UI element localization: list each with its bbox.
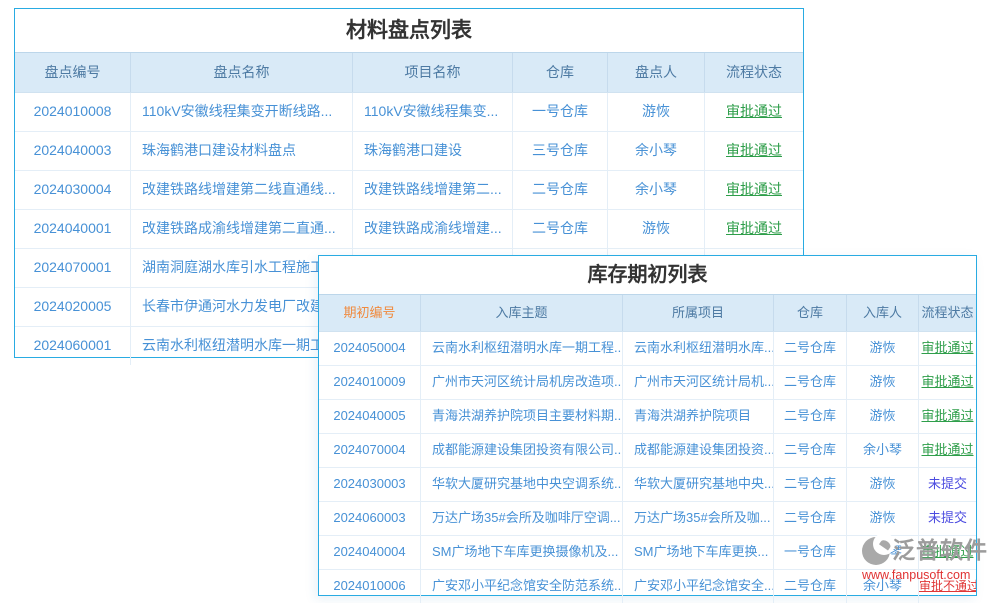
cell-id[interactable]: 2024070004 xyxy=(319,434,420,467)
cell-id[interactable]: 2024040005 xyxy=(319,400,420,433)
cell-id[interactable]: 2024070001 xyxy=(15,249,130,287)
table-row[interactable]: 2024050004云南水利枢纽潜明水库一期工程...云南水利枢纽潜明水库...… xyxy=(319,332,976,365)
cell-name: 改建铁路成渝线增建第二直通... xyxy=(130,210,352,248)
cell-project: 万达广场35#会所及咖... xyxy=(622,502,773,535)
cell-project: 110kV安徽线程集变... xyxy=(352,93,512,131)
table-row[interactable]: 2024010008110kV安徽线程集变开断线路...110kV安徽线程集变.… xyxy=(15,93,803,131)
material-inventory-header-row: 盘点编号盘点名称项目名称仓库盘点人流程状态 xyxy=(15,52,803,93)
column-header[interactable]: 盘点编号 xyxy=(15,53,130,92)
cell-warehouse: 一号仓库 xyxy=(512,93,607,131)
table-row[interactable]: 2024040003珠海鹤港口建设材料盘点珠海鹤港口建设三号仓库余小琴审批通过 xyxy=(15,131,803,170)
cell-id[interactable]: 2024040001 xyxy=(15,210,130,248)
column-header[interactable]: 流程状态 xyxy=(918,295,976,331)
cell-id[interactable]: 2024030003 xyxy=(319,468,420,501)
cell-warehouse: 二号仓库 xyxy=(773,332,846,365)
cell-name: 珠海鹤港口建设材料盘点 xyxy=(130,132,352,170)
cell-id[interactable]: 2024020005 xyxy=(15,288,130,326)
table-row[interactable]: 2024070004成都能源建设集团投资有限公司...成都能源建设集团投资...… xyxy=(319,433,976,467)
table-row[interactable]: 2024030003华软大厦研究基地中央空调系统...华软大厦研究基地中央...… xyxy=(319,467,976,501)
cell-person: 余小琴 xyxy=(607,171,704,209)
stock-opening-header-row: 期初编号入库主题所属项目仓库入库人流程状态 xyxy=(319,294,976,332)
cell-name: 云南水利枢纽潜明水库一期工程... xyxy=(420,332,622,365)
cell-id[interactable]: 2024060001 xyxy=(15,327,130,365)
cell-status[interactable]: 审批通过 xyxy=(704,171,803,209)
cell-id[interactable]: 2024060003 xyxy=(319,502,420,535)
cell-warehouse: 二号仓库 xyxy=(512,210,607,248)
cell-person: 余小琴 xyxy=(846,434,918,467)
cell-person: 游恢 xyxy=(846,332,918,365)
cell-project: 云南水利枢纽潜明水库... xyxy=(622,332,773,365)
cell-name: SM广场地下车库更换摄像机及... xyxy=(420,536,622,569)
cell-warehouse: 二号仓库 xyxy=(773,570,846,603)
cell-name: 华软大厦研究基地中央空调系统... xyxy=(420,468,622,501)
cell-status[interactable]: 未提交 xyxy=(918,468,976,501)
cell-name: 万达广场35#会所及咖啡厅空调... xyxy=(420,502,622,535)
cell-person: 游恢 xyxy=(846,468,918,501)
cell-id[interactable]: 2024040004 xyxy=(319,536,420,569)
cell-id[interactable]: 2024010009 xyxy=(319,366,420,399)
cell-project: 成都能源建设集团投资... xyxy=(622,434,773,467)
cell-name: 广安邓小平纪念馆安全防范系统... xyxy=(420,570,622,603)
cell-status[interactable]: 审批通过 xyxy=(918,366,976,399)
cell-warehouse: 二号仓库 xyxy=(773,434,846,467)
cell-status[interactable]: 审批通过 xyxy=(704,132,803,170)
cell-warehouse: 二号仓库 xyxy=(773,468,846,501)
column-header[interactable]: 期初编号 xyxy=(319,295,420,331)
cell-id[interactable]: 2024010006 xyxy=(319,570,420,603)
fanpu-logo-icon xyxy=(860,531,892,569)
cell-person: 游恢 xyxy=(846,366,918,399)
column-header[interactable]: 盘点人 xyxy=(607,53,704,92)
cell-person: 余小琴 xyxy=(607,132,704,170)
cell-project: 青海洪湖养护院项目 xyxy=(622,400,773,433)
cell-project: 广安邓小平纪念馆安全... xyxy=(622,570,773,603)
cell-warehouse: 二号仓库 xyxy=(773,502,846,535)
cell-person: 游恢 xyxy=(607,93,704,131)
cell-person: 游恢 xyxy=(846,400,918,433)
cell-id[interactable]: 2024040003 xyxy=(15,132,130,170)
column-header[interactable]: 入库主题 xyxy=(420,295,622,331)
cell-project: 珠海鹤港口建设 xyxy=(352,132,512,170)
brand-name: 泛普软件 xyxy=(892,539,988,562)
table-row[interactable]: 2024030004改建铁路线增建第二线直通线...改建铁路线增建第二...二号… xyxy=(15,170,803,209)
cell-status[interactable]: 审批通过 xyxy=(918,400,976,433)
cell-status[interactable]: 审批通过 xyxy=(704,93,803,131)
table-row[interactable]: 2024040005青海洪湖养护院项目主要材料期...青海洪湖养护院项目二号仓库… xyxy=(319,399,976,433)
cell-id[interactable]: 2024010008 xyxy=(15,93,130,131)
cell-name: 改建铁路线增建第二线直通线... xyxy=(130,171,352,209)
table-row[interactable]: 2024010009广州市天河区统计局机房改造项...广州市天河区统计局机...… xyxy=(319,365,976,399)
table-row[interactable]: 2024040001改建铁路成渝线增建第二直通...改建铁路成渝线增建...二号… xyxy=(15,209,803,248)
cell-project: 广州市天河区统计局机... xyxy=(622,366,773,399)
table-row[interactable]: 2024060003万达广场35#会所及咖啡厅空调...万达广场35#会所及咖.… xyxy=(319,501,976,535)
cell-name: 青海洪湖养护院项目主要材料期... xyxy=(420,400,622,433)
stock-opening-table-title: 库存期初列表 xyxy=(319,256,976,294)
cell-project: 华软大厦研究基地中央... xyxy=(622,468,773,501)
column-header[interactable]: 盘点名称 xyxy=(130,53,352,92)
cell-status[interactable]: 审批通过 xyxy=(704,210,803,248)
brand-url: www.fanpusoft.com xyxy=(860,569,996,582)
column-header[interactable]: 项目名称 xyxy=(352,53,512,92)
cell-warehouse: 三号仓库 xyxy=(512,132,607,170)
cell-status[interactable]: 审批通过 xyxy=(918,332,976,365)
cell-name: 110kV安徽线程集变开断线路... xyxy=(130,93,352,131)
column-header[interactable]: 所属项目 xyxy=(622,295,773,331)
cell-warehouse: 二号仓库 xyxy=(512,171,607,209)
cell-project: SM广场地下车库更换... xyxy=(622,536,773,569)
cell-person: 游恢 xyxy=(607,210,704,248)
column-header[interactable]: 仓库 xyxy=(512,53,607,92)
cell-warehouse: 二号仓库 xyxy=(773,400,846,433)
column-header[interactable]: 流程状态 xyxy=(704,53,803,92)
cell-warehouse: 一号仓库 xyxy=(773,536,846,569)
material-inventory-table-title: 材料盘点列表 xyxy=(15,9,803,52)
column-header[interactable]: 入库人 xyxy=(846,295,918,331)
cell-name: 广州市天河区统计局机房改造项... xyxy=(420,366,622,399)
cell-project: 改建铁路成渝线增建... xyxy=(352,210,512,248)
brand-watermark: 泛普软件 www.fanpusoft.com xyxy=(860,531,996,582)
cell-id[interactable]: 2024030004 xyxy=(15,171,130,209)
cell-status[interactable]: 审批通过 xyxy=(918,434,976,467)
cell-id[interactable]: 2024050004 xyxy=(319,332,420,365)
cell-project: 改建铁路线增建第二... xyxy=(352,171,512,209)
cell-name: 成都能源建设集团投资有限公司... xyxy=(420,434,622,467)
column-header[interactable]: 仓库 xyxy=(773,295,846,331)
cell-warehouse: 二号仓库 xyxy=(773,366,846,399)
